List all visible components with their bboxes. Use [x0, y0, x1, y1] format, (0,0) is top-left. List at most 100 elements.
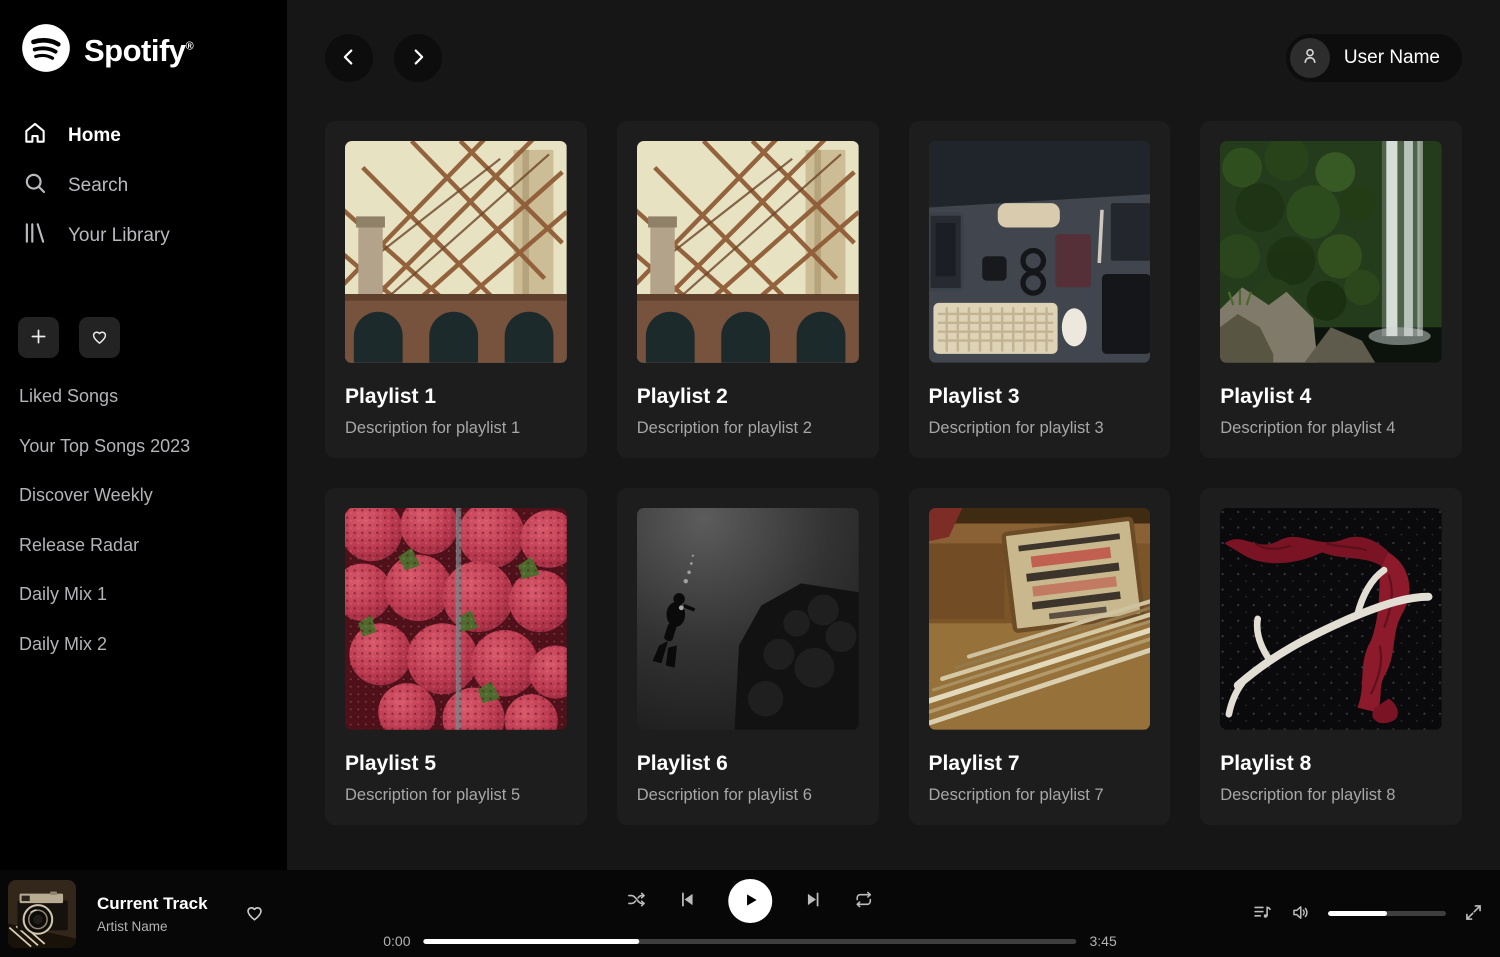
heart-icon	[89, 326, 110, 350]
playlist-artwork-waterfall	[1220, 141, 1442, 363]
playlist-card-1[interactable]: Playlist 1 Description for playlist 1	[325, 121, 587, 458]
playlist-card-8[interactable]: Playlist 8 Description for playlist 8	[1200, 488, 1462, 825]
playlist-artwork-antler	[1220, 508, 1442, 730]
playlist-description: Description for playlist 8	[1220, 786, 1442, 805]
elapsed-time: 0:00	[383, 933, 410, 949]
sidebar-playlist-discover-weekly[interactable]: Discover Weekly	[18, 471, 269, 521]
playlist-title: Playlist 3	[929, 385, 1151, 408]
playlist-card-6[interactable]: Playlist 6 Description for playlist 6	[617, 488, 879, 825]
playlist-description: Description for playlist 1	[345, 419, 567, 438]
playlist-card-5[interactable]: Playlist 5 Description for playlist 5	[325, 488, 587, 825]
progress-bar[interactable]	[424, 939, 1077, 944]
shuffle-button[interactable]	[626, 889, 647, 913]
queue-icon	[1252, 902, 1273, 926]
now-playing-info: Current Track Artist Name	[0, 880, 266, 948]
playlist-artwork-diver	[637, 508, 859, 730]
play-button[interactable]	[728, 879, 772, 923]
progress-section: 0:00 3:45	[383, 933, 1117, 949]
playlist-description: Description for playlist 7	[929, 786, 1151, 805]
sidebar: Spotify® Home Search Your Library	[0, 0, 287, 870]
duration-time: 3:45	[1090, 933, 1117, 949]
spotify-app: Spotify® Home Search Your Library	[0, 0, 1500, 957]
sidebar-item-search[interactable]: Search	[18, 161, 269, 211]
playlist-title: Playlist 6	[637, 752, 859, 775]
sidebar-playlist-daily-mix-2[interactable]: Daily Mix 2	[18, 620, 269, 670]
home-icon	[22, 120, 48, 152]
back-button[interactable]	[325, 34, 373, 82]
playlist-artwork-desk	[929, 141, 1151, 363]
track-title: Current Track	[97, 894, 208, 914]
playlist-artwork-bridge	[345, 141, 567, 363]
spotify-logo-text: Spotify®	[84, 33, 193, 69]
volume-slider[interactable]	[1328, 911, 1446, 916]
user-icon	[1299, 45, 1321, 72]
album-art-camera	[8, 880, 76, 948]
user-name: User Name	[1344, 47, 1440, 69]
sidebar-item-label: Search	[68, 175, 128, 197]
playlist-card-2[interactable]: Playlist 2 Description for playlist 2	[617, 121, 879, 458]
player-right-controls	[1252, 902, 1484, 926]
artist-name: Artist Name	[97, 919, 208, 934]
playlist-title: Playlist 4	[1220, 385, 1442, 408]
repeat-button[interactable]	[853, 889, 874, 913]
playlist-card-4[interactable]: Playlist 4 Description for playlist 4	[1200, 121, 1462, 458]
sidebar-playlist-daily-mix-1[interactable]: Daily Mix 1	[18, 570, 269, 620]
volume-icon	[1290, 902, 1311, 926]
next-track-button[interactable]	[802, 889, 823, 913]
track-info: Current Track Artist Name	[97, 894, 208, 934]
sidebar-item-label: Your Library	[68, 225, 170, 247]
sidebar-item-label: Home	[68, 125, 121, 147]
playlist-card-3[interactable]: Playlist 3 Description for playlist 3	[909, 121, 1171, 458]
sidebar-playlist-your-top-songs[interactable]: Your Top Songs 2023	[18, 422, 269, 472]
shuffle-icon	[626, 889, 647, 913]
playlist-title: Playlist 2	[637, 385, 859, 408]
player-bar: Current Track Artist Name	[0, 870, 1500, 957]
player-center: 0:00 3:45	[383, 879, 1117, 949]
history-nav	[325, 34, 442, 82]
playlist-description: Description for playlist 2	[637, 419, 859, 438]
chevron-left-icon	[338, 46, 360, 71]
playlist-card-7[interactable]: Playlist 7 Description for playlist 7	[909, 488, 1171, 825]
play-icon	[738, 888, 762, 915]
spotify-logo[interactable]: Spotify®	[18, 22, 269, 79]
sidebar-playlist-list: Liked Songs Your Top Songs 2023 Discover…	[18, 372, 269, 669]
playlist-artwork-bridge	[637, 141, 859, 363]
topbar: User Name	[325, 0, 1462, 82]
previous-icon	[677, 889, 698, 913]
playlist-title: Playlist 1	[345, 385, 567, 408]
avatar	[1290, 38, 1330, 78]
previous-track-button[interactable]	[677, 889, 698, 913]
playlist-description: Description for playlist 3	[929, 419, 1151, 438]
sidebar-item-home[interactable]: Home	[18, 111, 269, 161]
progress-fill	[424, 939, 639, 944]
search-icon	[22, 170, 48, 202]
playlist-artwork-rulers	[929, 508, 1151, 730]
playlist-artwork-strawberries	[345, 508, 567, 730]
sidebar-nav: Home Search Your Library	[18, 111, 269, 261]
playlist-title: Playlist 7	[929, 752, 1151, 775]
user-menu-button[interactable]: User Name	[1286, 34, 1462, 82]
like-track-button[interactable]	[243, 901, 266, 927]
plus-icon	[28, 326, 49, 350]
sidebar-playlist-liked-songs[interactable]: Liked Songs	[18, 372, 269, 422]
repeat-icon	[853, 889, 874, 913]
create-playlist-button[interactable]	[18, 317, 59, 358]
playlist-description: Description for playlist 4	[1220, 419, 1442, 438]
heart-icon	[243, 912, 266, 927]
chevron-right-icon	[407, 46, 429, 71]
forward-button[interactable]	[394, 34, 442, 82]
sidebar-actions	[18, 317, 269, 358]
sidebar-item-your-library[interactable]: Your Library	[18, 211, 269, 261]
playlist-grid: Playlist 1 Description for playlist 1 Pl…	[325, 121, 1462, 825]
spotify-logo-icon	[20, 22, 72, 79]
playlist-description: Description for playlist 6	[637, 786, 859, 805]
volume-button[interactable]	[1290, 902, 1311, 926]
main-content: User Name Playlist 1 Description for pla…	[287, 0, 1500, 870]
sidebar-playlist-release-radar[interactable]: Release Radar	[18, 521, 269, 571]
fullscreen-button[interactable]	[1463, 902, 1484, 926]
volume-fill	[1328, 911, 1387, 916]
liked-songs-button[interactable]	[79, 317, 120, 358]
queue-button[interactable]	[1252, 902, 1273, 926]
playback-controls	[626, 879, 874, 923]
library-icon	[22, 220, 48, 252]
